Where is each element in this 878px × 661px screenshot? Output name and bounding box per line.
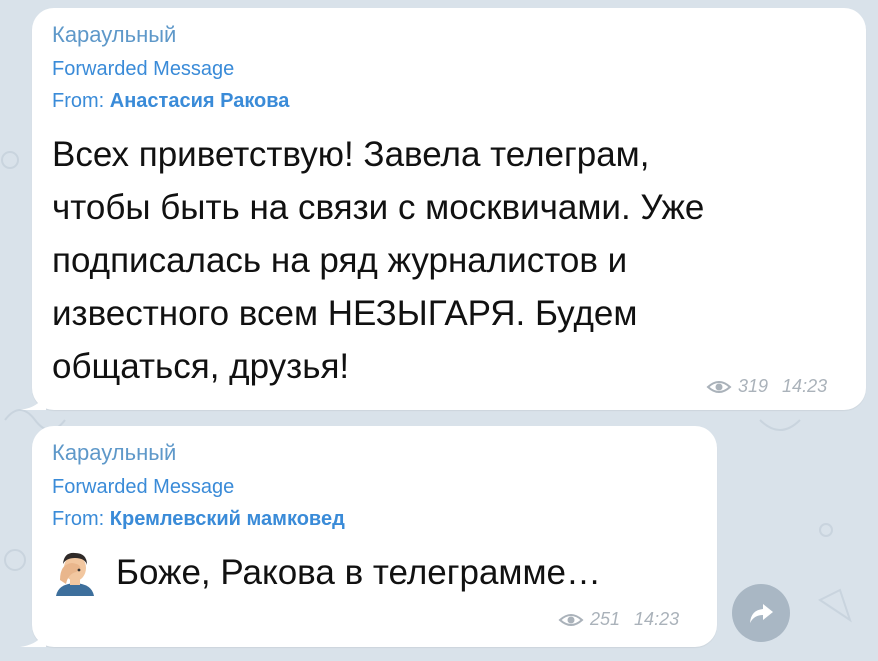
channel-name[interactable]: Караульный [52, 440, 176, 466]
view-count: 319 [738, 376, 769, 396]
message-text: Боже, Ракова в телеграмме… [116, 553, 602, 592]
from-author[interactable]: Анастасия Ракова [110, 90, 290, 112]
message-line: общаться, друзья! [52, 347, 350, 386]
message-meta: 319 14:23 [706, 376, 827, 397]
forwarded-label: Forwarded Message [52, 58, 235, 80]
message-line: Всех приветствую! Завела телеграм, [52, 135, 650, 174]
message-time: 14:23 [634, 609, 680, 629]
forwarded-label: Forwarded Message [52, 476, 235, 498]
from-prefix: From: [52, 508, 110, 530]
share-button[interactable] [732, 584, 790, 642]
channel-name[interactable]: Караульный [52, 22, 176, 48]
message-line: чтобы быть на связи с москвичами. Уже [52, 188, 705, 227]
forwarded-message-2[interactable]: Караульный Forwarded Message From: Кремл… [20, 426, 717, 647]
from-author[interactable]: Кремлевский мамковед [110, 508, 345, 530]
from-prefix: From: [52, 90, 110, 112]
eye-icon [558, 613, 584, 626]
forwarded-from[interactable]: From: Кремлевский мамковед [52, 508, 345, 531]
message-text: Всех приветствую! Завела телеграм, чтобы… [52, 128, 704, 393]
view-count: 251 [590, 609, 621, 629]
share-arrow-icon [750, 604, 773, 623]
message-line: подписалась на ряд журналистов и [52, 241, 628, 280]
facepalm-emoji [56, 552, 94, 596]
eye-icon [706, 380, 732, 393]
message-time: 14:23 [782, 376, 828, 396]
forwarded-from[interactable]: From: Анастасия Ракова [52, 90, 289, 113]
forwarded-message-1[interactable]: Караульный Forwarded Message From: Анаст… [20, 8, 866, 410]
bubble-tail [20, 625, 46, 647]
message-meta: 251 14:23 [558, 609, 679, 630]
message-line: известного всем НЕЗЫГАРЯ. Будем [52, 294, 638, 333]
bubble-tail [20, 388, 46, 410]
